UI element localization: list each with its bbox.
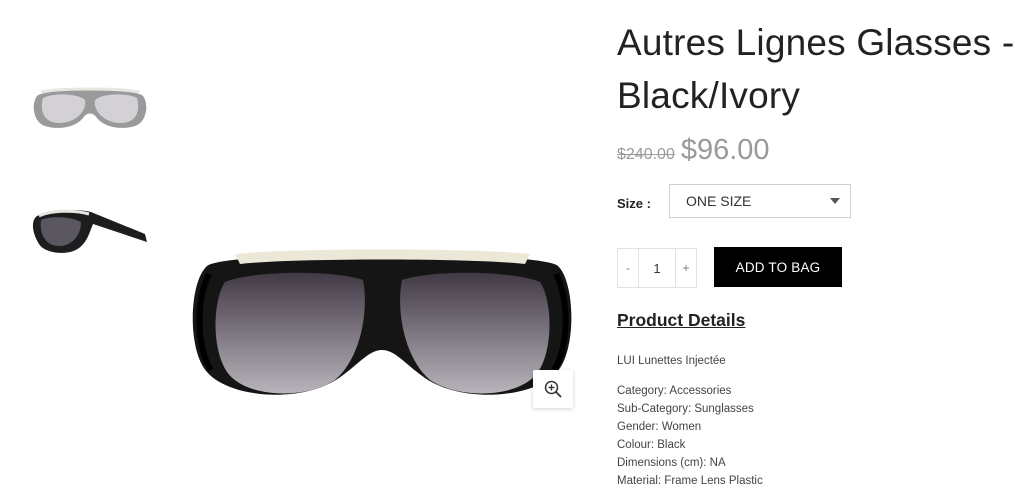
detail-gender: Gender: Women: [617, 421, 702, 433]
sunglasses-front-thumbnail: [33, 87, 147, 128]
add-to-bag-button[interactable]: ADD TO BAG: [714, 247, 842, 287]
size-select[interactable]: ONE SIZE: [669, 184, 851, 218]
detail-category: Category: Accessories: [617, 385, 732, 397]
sunglasses-front-image: [192, 249, 572, 395]
price-row: $240.00 $96.00: [617, 134, 770, 167]
product-title: Autres Lignes Glasses - Black/Ivory: [617, 22, 1015, 116]
thumbnail-side-view[interactable]: [28, 196, 152, 268]
detail-sub-category: Sub-Category: Sunglasses: [617, 403, 754, 415]
main-product-image: [185, 240, 580, 410]
zoom-in-icon: [544, 380, 562, 398]
detail-dimensions: Dimensions (cm): NA: [617, 457, 726, 469]
size-label: Size :: [617, 196, 651, 211]
zoom-button[interactable]: [533, 370, 573, 408]
product-detail-name: LUI Lunettes Injectée: [617, 355, 726, 367]
sale-price: $96.00: [680, 134, 770, 166]
quantity-increase-button[interactable]: +: [676, 249, 696, 287]
quantity-decrease-button[interactable]: -: [618, 249, 638, 287]
size-selected-value: ONE SIZE: [686, 193, 752, 209]
quantity-stepper: - 1 +: [617, 248, 697, 288]
detail-colour: Colour: Black: [617, 439, 686, 451]
quantity-input[interactable]: 1: [638, 249, 676, 287]
detail-material: Material: Frame Lens Plastic: [617, 475, 763, 487]
chevron-down-icon: [830, 198, 840, 204]
thumbnail-front-view[interactable]: [28, 72, 152, 144]
sunglasses-side-thumbnail: [32, 209, 148, 253]
product-detail-list: Category: Accessories Sub-Category: Sung…: [617, 382, 763, 490]
original-price: $240.00: [617, 146, 675, 163]
product-details-heading: Product Details: [617, 310, 746, 330]
